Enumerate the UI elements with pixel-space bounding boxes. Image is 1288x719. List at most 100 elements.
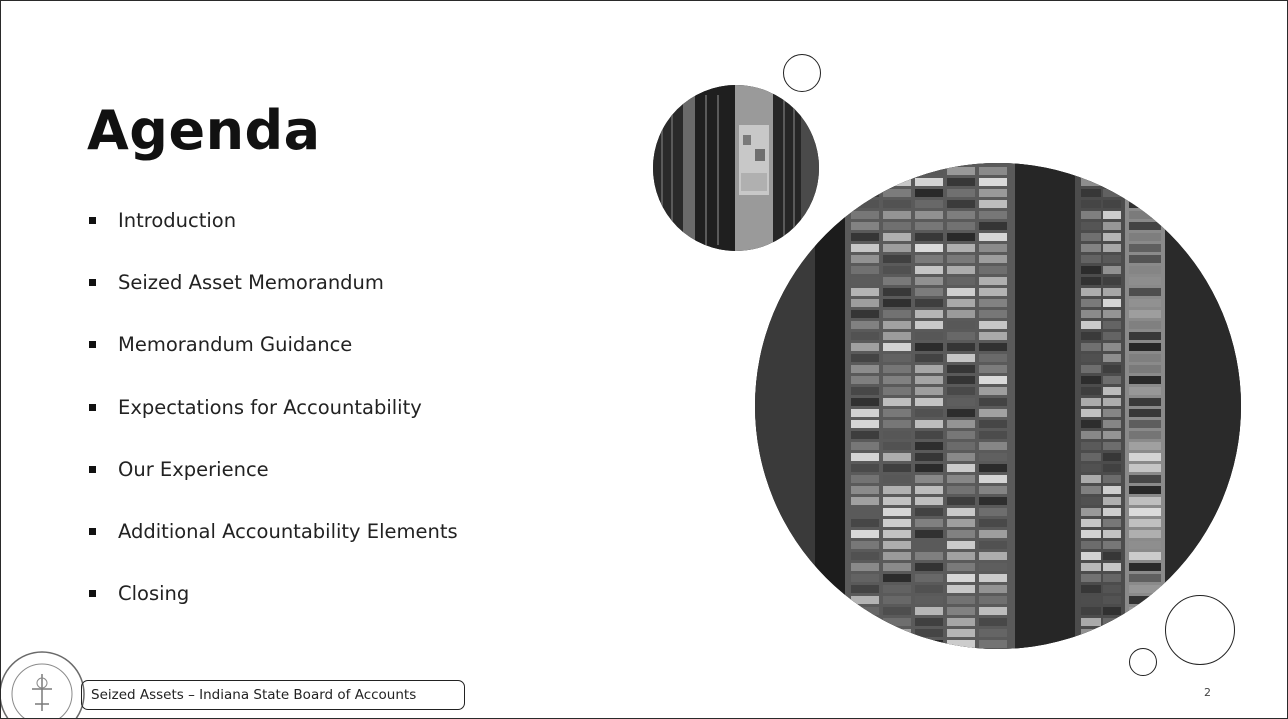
window-texture xyxy=(947,266,975,274)
agenda-item: Closing xyxy=(87,563,458,625)
window-texture xyxy=(979,222,1007,230)
window-texture xyxy=(883,508,911,516)
window-texture xyxy=(947,420,975,428)
window-texture xyxy=(915,189,943,197)
window-texture xyxy=(851,475,879,483)
window-texture xyxy=(1129,332,1161,340)
window-texture xyxy=(851,255,879,263)
window-texture xyxy=(1103,640,1121,648)
window-texture xyxy=(1081,255,1101,263)
window-texture xyxy=(1081,618,1101,626)
window-texture xyxy=(1081,376,1101,384)
window-texture xyxy=(1081,530,1101,538)
window-texture xyxy=(883,431,911,439)
window-texture xyxy=(883,629,911,637)
window-texture xyxy=(883,376,911,384)
slide: Agenda Introduction Seized Asset Memoran… xyxy=(0,0,1288,719)
window-texture xyxy=(979,233,1007,241)
window-texture xyxy=(883,222,911,230)
window-texture xyxy=(883,552,911,560)
window-texture xyxy=(915,607,943,615)
window-texture xyxy=(947,255,975,263)
window-texture xyxy=(1081,596,1101,604)
window-texture xyxy=(883,365,911,373)
window-texture xyxy=(1129,420,1161,428)
window-texture xyxy=(947,541,975,549)
window-texture xyxy=(1081,189,1101,197)
window-texture xyxy=(979,409,1007,417)
window-texture xyxy=(1081,222,1101,230)
window-texture xyxy=(947,365,975,373)
bullet-icon xyxy=(89,590,96,598)
window-texture xyxy=(883,387,911,395)
window-texture xyxy=(1103,431,1121,439)
window-texture xyxy=(1081,244,1101,252)
window-texture xyxy=(1129,288,1161,296)
window-texture xyxy=(1081,541,1101,549)
window-texture xyxy=(979,277,1007,285)
window-texture xyxy=(1103,178,1121,186)
window-texture xyxy=(851,464,879,472)
window-texture xyxy=(851,431,879,439)
window-texture xyxy=(1103,519,1121,527)
window-texture xyxy=(947,376,975,384)
window-texture xyxy=(851,398,879,406)
window-texture xyxy=(947,497,975,505)
window-texture xyxy=(1103,354,1121,362)
agenda-item-label: Introduction xyxy=(118,208,237,232)
window-texture xyxy=(1081,563,1101,571)
window-texture xyxy=(851,508,879,516)
window-texture xyxy=(1081,310,1101,318)
window-texture xyxy=(1129,299,1161,307)
window-texture xyxy=(1103,266,1121,274)
window-texture xyxy=(851,321,879,329)
window-texture xyxy=(851,266,879,274)
window-texture xyxy=(883,255,911,263)
window-texture xyxy=(947,222,975,230)
window-texture xyxy=(1103,387,1121,395)
window-texture xyxy=(1129,222,1161,230)
window-texture xyxy=(883,442,911,450)
window-texture xyxy=(915,552,943,560)
window-texture xyxy=(915,354,943,362)
window-texture xyxy=(1103,508,1121,516)
agenda-item-label: Memorandum Guidance xyxy=(118,333,353,357)
window-texture xyxy=(947,310,975,318)
window-texture xyxy=(883,178,911,186)
window-texture xyxy=(947,640,975,648)
window-texture xyxy=(1103,453,1121,461)
window-texture xyxy=(1129,310,1161,318)
page-number: 2 xyxy=(1204,686,1211,699)
window-texture xyxy=(851,233,879,241)
window-texture xyxy=(947,574,975,582)
window-texture xyxy=(915,585,943,593)
window-texture xyxy=(851,277,879,285)
window-texture xyxy=(1129,398,1161,406)
window-texture xyxy=(1103,409,1121,417)
footer-label: Seized Assets – Indiana State Board of A… xyxy=(81,680,465,710)
window-texture xyxy=(915,343,943,351)
window-texture xyxy=(1129,387,1161,395)
state-board-seal-logo xyxy=(1,649,87,718)
bullet-icon xyxy=(89,216,96,224)
window-texture xyxy=(1103,200,1121,208)
window-texture xyxy=(851,486,879,494)
window-texture xyxy=(1081,431,1101,439)
window-texture xyxy=(979,585,1007,593)
window-texture xyxy=(915,277,943,285)
window-texture xyxy=(979,530,1007,538)
window-texture xyxy=(851,178,879,186)
window-texture xyxy=(1081,354,1101,362)
window-texture xyxy=(1081,178,1101,186)
window-texture xyxy=(1129,607,1161,615)
window-texture xyxy=(851,497,879,505)
window-texture xyxy=(947,431,975,439)
window-texture xyxy=(947,442,975,450)
window-texture xyxy=(1129,640,1161,648)
window-texture xyxy=(1081,343,1101,351)
window-texture xyxy=(979,200,1007,208)
window-texture xyxy=(979,244,1007,252)
window-texture xyxy=(1129,255,1161,263)
window-texture xyxy=(1081,266,1101,274)
window-texture xyxy=(1081,585,1101,593)
